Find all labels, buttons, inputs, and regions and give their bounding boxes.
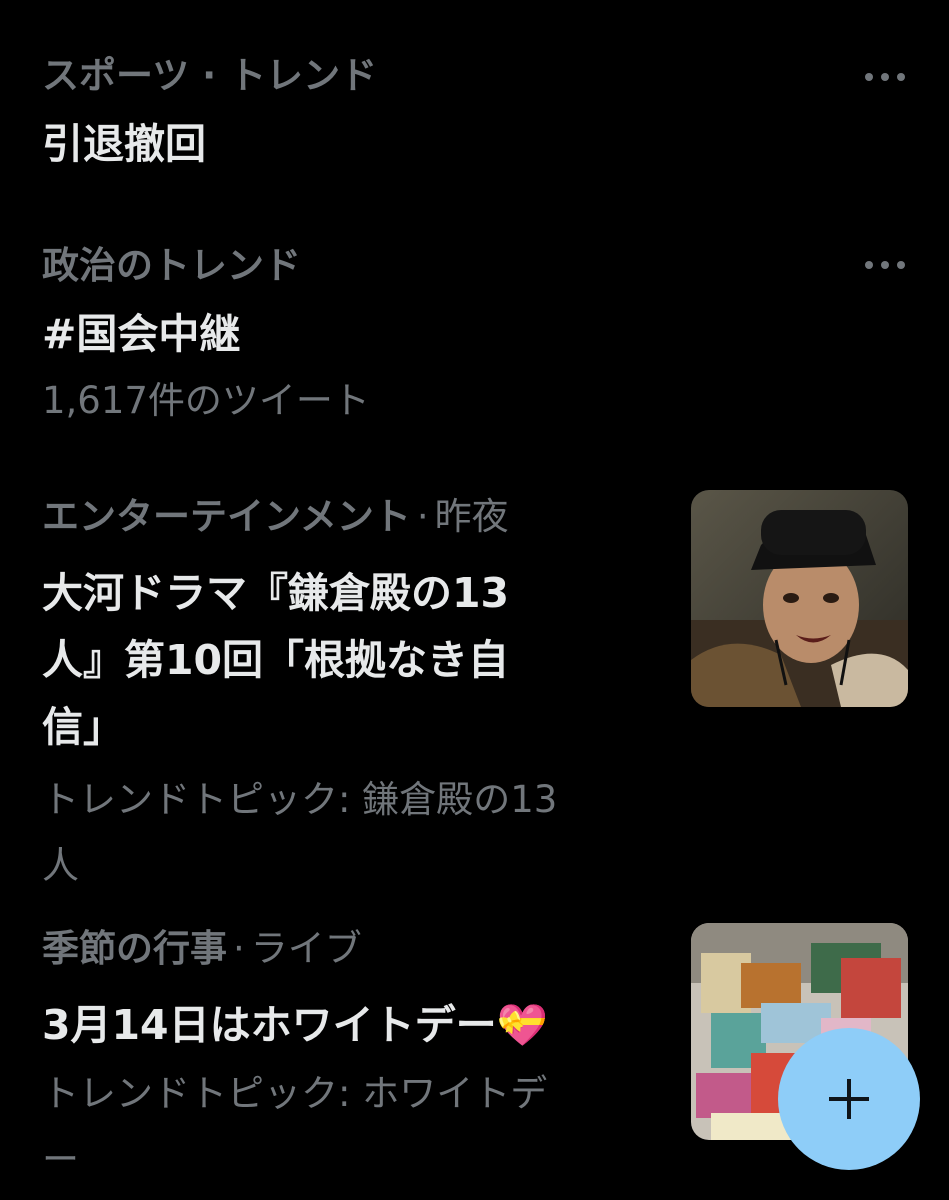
tweet-count: 1,617件のツイート <box>42 379 370 422</box>
drama-actor-thumbnail[interactable] <box>691 490 908 707</box>
trend-topic: トレンドトピック: 鎌倉殿の13 人 <box>42 778 558 887</box>
more-options-icon[interactable] <box>865 70 905 84</box>
trend-title: 引退撤回 <box>42 120 206 168</box>
compose-fab-button[interactable] <box>778 1028 920 1170</box>
trend-category: 政治のトレンド <box>42 244 301 287</box>
trend-item-1[interactable]: スポーツ · トレンド 引退撤回 <box>42 53 949 178</box>
trend-time: 昨夜 <box>434 495 509 538</box>
trend-time: ライブ <box>250 927 362 970</box>
plus-icon <box>829 1079 869 1119</box>
trend-category: スポーツ · トレンド <box>42 54 378 97</box>
more-options-icon[interactable] <box>865 258 905 272</box>
trend-title: #国会中継 <box>42 310 241 358</box>
trend-item-2[interactable]: 政治のトレンド #国会中継 1,617件のツイート <box>42 243 949 434</box>
